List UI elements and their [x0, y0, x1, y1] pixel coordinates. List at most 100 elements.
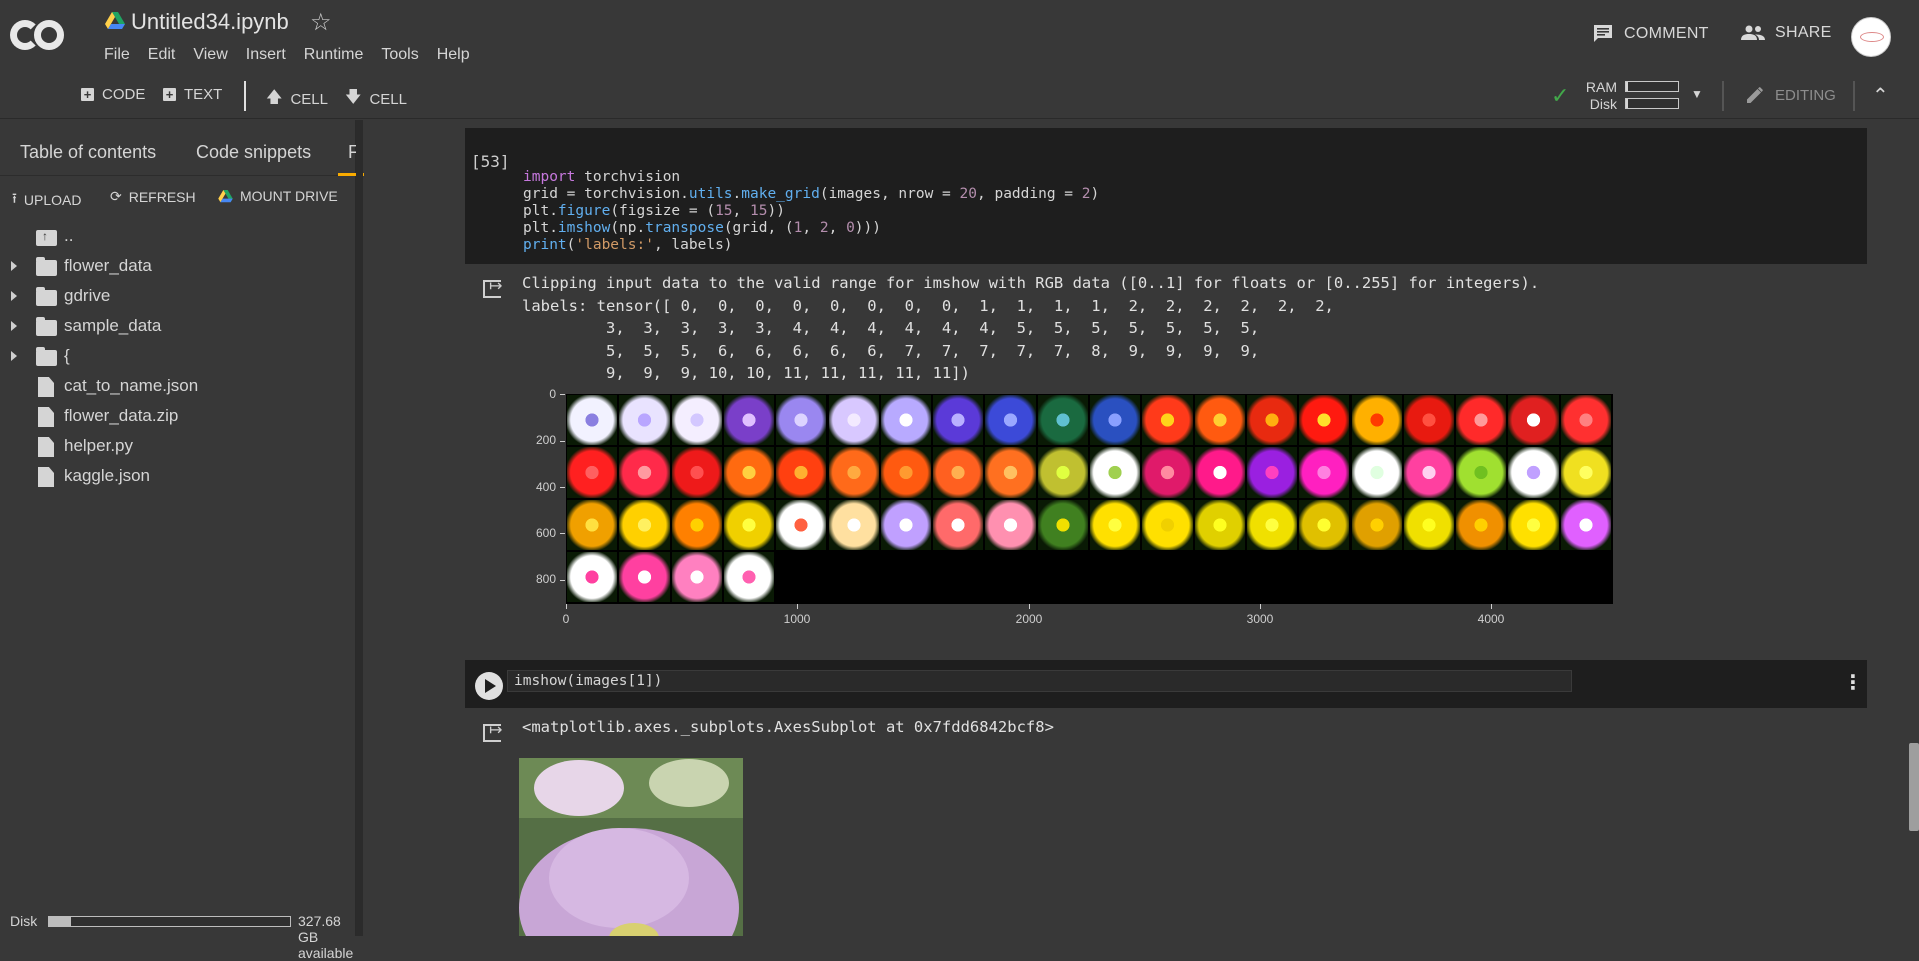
menu-view[interactable]: View: [193, 46, 236, 64]
x-tick-mark: [797, 604, 798, 609]
code-editor[interactable]: import torchvision grid = torchvision.ut…: [523, 152, 1099, 254]
y-tick-label: 600: [535, 526, 556, 540]
notebook-title[interactable]: Untitled34.ipynb: [131, 9, 289, 35]
grid-thumbnail: [1403, 499, 1455, 550]
output-text: <matplotlib.axes._subplots.AxesSubplot a…: [522, 718, 1054, 736]
folder-item[interactable]: flower_data: [0, 251, 356, 281]
image-grid: [566, 394, 1613, 604]
expand-arrow-icon[interactable]: [11, 261, 17, 271]
disk-usage-bar: [48, 916, 291, 927]
add-code-button[interactable]: + CODE: [81, 86, 145, 103]
move-cell-down-button[interactable]: 🡇 CELL: [345, 86, 407, 113]
grid-thumbnail: [1508, 499, 1559, 550]
share-button[interactable]: SHARE: [1741, 24, 1832, 42]
grid-thumbnail: [723, 395, 775, 446]
code-editor[interactable]: imshow(images[1]): [507, 670, 1572, 692]
menu-file[interactable]: File: [104, 46, 139, 64]
folder-item[interactable]: sample_data: [0, 311, 356, 341]
connected-check-icon: ✓: [1551, 83, 1570, 108]
output-icon[interactable]: [483, 276, 502, 298]
folder-icon: [36, 317, 57, 336]
people-icon: [1741, 25, 1765, 40]
x-tick-mark: [1260, 604, 1261, 609]
output-icon[interactable]: [483, 720, 502, 742]
disk-label: Disk: [1589, 96, 1617, 112]
sidebar-tabs: Table of contents Code snippets Files: [0, 120, 386, 176]
grid-thumbnail: [1090, 499, 1141, 550]
folder-icon: [36, 287, 57, 306]
file-name: {: [64, 346, 70, 365]
collapse-header-icon[interactable]: ⌃: [1872, 83, 1889, 108]
folder-icon: [36, 347, 57, 366]
code-line: plt.imshow(np.transpose(grid, (1, 2, 0))…: [523, 220, 881, 236]
grid-thumbnail: [1508, 447, 1559, 498]
resources-dropdown-icon[interactable]: ▼: [1691, 87, 1703, 101]
folder-item[interactable]: {: [0, 341, 356, 371]
toolbar-divider: [244, 81, 246, 111]
grid-thumbnail: [1037, 395, 1088, 446]
account-avatar[interactable]: [1851, 17, 1891, 57]
run-cell-button[interactable]: [475, 672, 503, 700]
cell-more-options-icon[interactable]: ⋮: [1843, 670, 1863, 695]
comment-button[interactable]: COMMENT: [1592, 24, 1709, 44]
grid-thumbnail: [1403, 447, 1455, 498]
refresh-button[interactable]: ⟳ REFRESH: [110, 188, 196, 205]
ram-usage-bar[interactable]: [1625, 81, 1679, 92]
resource-labels[interactable]: RAM Disk: [1583, 79, 1617, 113]
grid-thumbnail: [828, 447, 879, 498]
file-item[interactable]: helper.py: [0, 431, 356, 461]
toolbar-divider: [1853, 81, 1855, 111]
folder-item[interactable]: gdrive: [0, 281, 356, 311]
y-tick-mark: [560, 441, 565, 442]
file-name: cat_to_name.json: [64, 376, 199, 395]
expand-arrow-icon[interactable]: [11, 291, 17, 301]
menu-insert[interactable]: Insert: [246, 46, 295, 64]
grid-thumbnail: [1299, 395, 1350, 446]
upload-button[interactable]: ⭱ UPLOAD: [12, 188, 81, 212]
grid-thumbnail: [671, 499, 722, 550]
menu-help[interactable]: Help: [437, 46, 479, 64]
editing-mode-button[interactable]: EDITING: [1745, 85, 1836, 105]
execution-count: [53]: [471, 152, 510, 171]
file-item[interactable]: flower_data.zip: [0, 401, 356, 431]
grid-thumbnail: [776, 499, 827, 550]
move-cell-up-button[interactable]: 🡅 CELL: [266, 86, 328, 113]
parent-folder-item[interactable]: ↑..: [0, 221, 356, 251]
expand-arrow-icon[interactable]: [11, 351, 17, 361]
grid-thumbnail: [880, 499, 932, 550]
colab-logo[interactable]: [10, 16, 66, 54]
tab-code-snippets[interactable]: Code snippets: [196, 142, 311, 163]
upload-label: UPLOAD: [23, 192, 82, 208]
grid-thumbnail: [1037, 499, 1088, 550]
star-icon[interactable]: ☆: [310, 8, 332, 37]
file-item[interactable]: cat_to_name.json: [0, 371, 356, 401]
expand-arrow-icon[interactable]: [11, 321, 17, 331]
ram-label: RAM: [1585, 79, 1617, 95]
menu-tools[interactable]: Tools: [381, 46, 427, 64]
grid-thumbnail: [828, 395, 879, 446]
folder-icon: [36, 257, 57, 276]
menu-edit[interactable]: Edit: [148, 46, 185, 64]
grid-thumbnail: [1560, 499, 1611, 550]
add-text-button[interactable]: + TEXT: [163, 86, 222, 103]
code-line: grid = torchvision.utils.make_grid(image…: [523, 186, 1100, 202]
sidebar-resize-handle[interactable]: [356, 120, 363, 936]
file-name: sample_data: [64, 316, 162, 335]
disk-usage-bar[interactable]: [1625, 98, 1679, 109]
menu-runtime[interactable]: Runtime: [304, 46, 373, 64]
file-item[interactable]: kaggle.json: [0, 461, 356, 491]
tab-table-of-contents[interactable]: Table of contents: [20, 142, 156, 163]
grid-thumbnail: [1456, 499, 1507, 550]
google-drive-icon[interactable]: [105, 12, 125, 30]
grid-thumbnail: [619, 499, 670, 550]
code-cell-input[interactable]: [53] import torchvision grid = torchvisi…: [465, 128, 1867, 264]
grid-thumbnail: [1508, 395, 1559, 446]
mount-drive-button[interactable]: MOUNT DRIVE: [218, 188, 338, 204]
refresh-icon: ⟳: [110, 188, 122, 204]
notebook-scrollbar[interactable]: [1909, 743, 1919, 831]
grid-thumbnail: [1194, 395, 1245, 446]
share-label: SHARE: [1775, 24, 1832, 41]
comment-icon: [1594, 25, 1612, 42]
code-line: import torchvision: [523, 169, 681, 185]
code-cell-input[interactable]: imshow(images[1]) ⋮: [465, 660, 1867, 708]
